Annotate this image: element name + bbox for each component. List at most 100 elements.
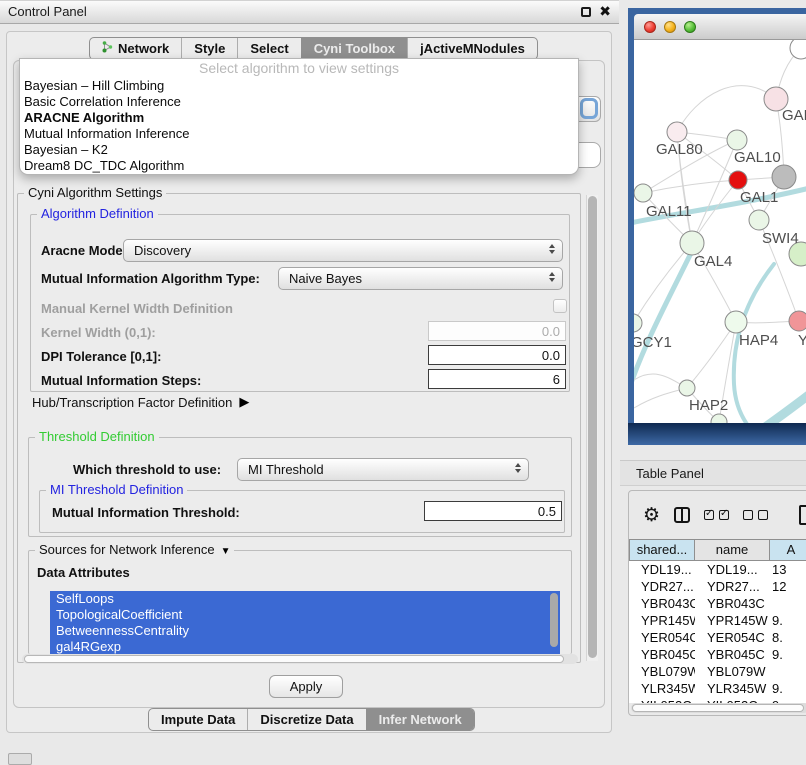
mi-type-select[interactable]: Naive Bayes: [278, 267, 563, 290]
table-horizontal-scrollbar[interactable]: [631, 703, 806, 713]
spinner-icon: [549, 272, 555, 282]
spinner-icon: [515, 463, 521, 473]
zoom-traffic-light-icon[interactable]: [684, 21, 696, 33]
column-header[interactable]: shared...: [629, 539, 695, 561]
table-cell: YER054C: [629, 629, 695, 646]
network-node-gal4[interactable]: [680, 231, 704, 255]
table-row[interactable]: YPR145WYPR145W9.: [629, 612, 806, 629]
column-header[interactable]: A: [770, 539, 806, 561]
dropdown-item[interactable]: ARACNE Algorithm: [20, 110, 578, 126]
table-row[interactable]: YDR27...YDR27...12: [629, 578, 806, 595]
table-cell: 9.: [770, 646, 806, 663]
attribute-item[interactable]: SelfLoops: [50, 591, 560, 607]
tab-discretize-data[interactable]: Discretize Data: [247, 709, 365, 730]
node-label: GAL11: [646, 203, 692, 220]
network-node-y[interactable]: [789, 311, 806, 331]
document-icon[interactable]: [799, 505, 806, 525]
network-node-gal11[interactable]: [634, 184, 652, 202]
kernel-width-field[interactable]: 0.0: [428, 321, 566, 341]
settings-horizontal-scrollbar[interactable]: [22, 654, 578, 664]
tab-select[interactable]: Select: [237, 38, 300, 59]
table-cell: YDR27...: [629, 578, 695, 595]
table-cell: YBL079W: [629, 663, 695, 680]
table-row[interactable]: YER054CYER054C8.: [629, 629, 806, 646]
column-header[interactable]: name: [695, 539, 770, 561]
dropdown-item[interactable]: Mutual Information Inference: [20, 126, 578, 142]
attribute-item[interactable]: TopologicalCoefficient: [50, 607, 560, 623]
algorithm-dropdown[interactable]: Select algorithm to view settings Bayesi…: [19, 58, 579, 175]
mi-threshold-field[interactable]: 0.5: [424, 501, 562, 521]
table-cell: YLR345W: [695, 680, 770, 697]
network-window: GALGAL80GAL10GAL1GAL11SWI4GAL4GCY1HAP4YH…: [628, 8, 806, 445]
tab-label: Infer Network: [379, 712, 462, 727]
node-label: GAL1: [740, 189, 778, 206]
node-label: HAP2: [689, 397, 728, 414]
partial-corner-button[interactable]: [8, 753, 32, 765]
dropdown-item[interactable]: Basic Correlation Inference: [20, 94, 578, 110]
deselect-all-icon[interactable]: [743, 510, 768, 520]
apply-button[interactable]: Apply: [269, 675, 343, 698]
network-node[interactable]: [772, 165, 796, 189]
scrollbar-thumb[interactable]: [24, 655, 564, 663]
which-threshold-label: Which threshold to use:: [73, 462, 221, 477]
tab-impute-data[interactable]: Impute Data: [149, 709, 247, 730]
hub-definition-expander[interactable]: Hub/Transcription Factor Definition ▶: [32, 394, 249, 410]
dropdown-item[interactable]: Bayesian – Hill Climbing: [20, 78, 578, 94]
list-vertical-scrollbar[interactable]: [550, 593, 558, 651]
scrollbar-thumb[interactable]: [632, 704, 804, 712]
node-label: GAL10: [734, 149, 781, 166]
tab-jactivemnodules[interactable]: jActiveMNodules: [407, 38, 537, 59]
table-header-row: shared...nameA: [629, 539, 806, 561]
aracne-mode-select[interactable]: Discovery: [123, 239, 563, 262]
network-canvas[interactable]: GALGAL80GAL10GAL1GAL11SWI4GAL4GCY1HAP4YH…: [634, 40, 806, 423]
table-panel-titlebar: Table Panel: [620, 460, 806, 486]
table-row[interactable]: YBR043CYBR043C: [629, 595, 806, 612]
network-node-hap2[interactable]: [679, 380, 695, 396]
network-node-swi4[interactable]: [749, 210, 769, 230]
network-node-gal10[interactable]: [727, 130, 747, 150]
tab-label: Discretize Data: [260, 712, 353, 727]
network-window-titlebar[interactable]: [634, 14, 806, 40]
settings-vertical-scrollbar[interactable]: [586, 195, 598, 661]
table-panel-title: Table Panel: [636, 461, 704, 486]
table-row[interactable]: YBL079WYBL079W: [629, 663, 806, 680]
tab-infer-network[interactable]: Infer Network: [366, 709, 474, 730]
tab-cyni-toolbox[interactable]: Cyni Toolbox: [301, 38, 407, 59]
network-node[interactable]: [711, 414, 727, 423]
gear-icon[interactable]: ⚙: [643, 506, 660, 525]
mi-steps-field[interactable]: 6: [428, 369, 566, 389]
dropdown-item[interactable]: Bayesian – K2: [20, 142, 578, 158]
table-row[interactable]: YBR045CYBR045C9.: [629, 646, 806, 663]
node-label: GAL4: [694, 253, 732, 270]
table-cell: YBL079W: [695, 663, 770, 680]
network-node-hap4[interactable]: [725, 311, 747, 333]
dropdown-item[interactable]: Dream8 DC_TDC Algorithm: [20, 158, 578, 174]
tab-style[interactable]: Style: [181, 38, 237, 59]
close-traffic-light-icon[interactable]: [644, 21, 656, 33]
close-icon[interactable]: ✖: [599, 3, 611, 20]
scrollbar-thumb[interactable]: [550, 593, 558, 647]
sources-group-title[interactable]: Sources for Network Inference▼: [35, 542, 234, 557]
dpi-tolerance-field[interactable]: 0.0: [428, 345, 566, 365]
manual-kernel-checkbox[interactable]: [553, 299, 567, 313]
network-node-gal1[interactable]: [729, 171, 747, 189]
tab-network[interactable]: Network: [90, 38, 181, 59]
scrollbar-thumb[interactable]: [588, 196, 597, 658]
network-node[interactable]: [790, 40, 806, 59]
network-node-gcy1[interactable]: [634, 314, 642, 332]
column-split-icon[interactable]: [674, 507, 690, 523]
attribute-item[interactable]: BetweennessCentrality: [50, 623, 560, 639]
minimize-traffic-light-icon[interactable]: [664, 21, 676, 33]
tab-label: Select: [250, 41, 288, 56]
which-threshold-select[interactable]: MI Threshold: [237, 458, 529, 481]
network-node-gal80[interactable]: [667, 122, 687, 142]
aracne-mode-label: Aracne Mode:: [41, 243, 127, 258]
table-row[interactable]: YDL19...YDL19...13: [629, 561, 806, 578]
attribute-item[interactable]: gal4RGexp: [50, 639, 560, 655]
float-window-icon[interactable]: [581, 7, 591, 17]
data-attributes-list[interactable]: SelfLoopsTopologicalCoefficientBetweenne…: [50, 591, 560, 655]
table-cell: [770, 595, 806, 612]
table-row[interactable]: YLR345WYLR345W9.: [629, 680, 806, 697]
tab-label: Cyni Toolbox: [314, 41, 395, 56]
select-all-icon[interactable]: [704, 510, 729, 520]
